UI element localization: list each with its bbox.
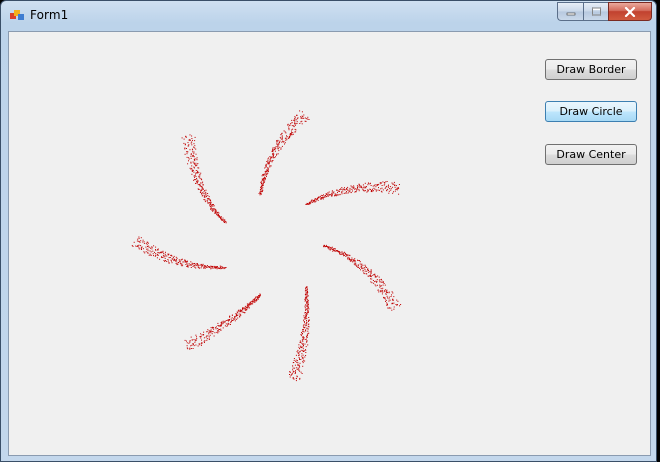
minimize-icon — [566, 12, 575, 16]
minimize-button[interactable] — [557, 2, 583, 21]
draw-center-button[interactable]: Draw Center — [545, 144, 637, 165]
form-client-area: Draw Border Draw Circle Draw Center — [8, 31, 651, 456]
close-button[interactable] — [608, 2, 652, 21]
draw-circle-button[interactable]: Draw Circle — [545, 101, 637, 122]
pinwheel-dots — [131, 110, 402, 382]
draw-border-button[interactable]: Draw Border — [545, 59, 637, 80]
caption-buttons — [557, 2, 652, 21]
window-title: Form1 — [30, 8, 69, 22]
title-bar[interactable]: Form1 — [1, 1, 656, 31]
drawing-canvas — [131, 110, 402, 382]
maximize-button[interactable] — [583, 2, 608, 21]
maximize-icon — [591, 7, 601, 16]
form-app-icon — [10, 10, 24, 20]
close-icon — [624, 6, 636, 17]
app-window: Form1 Draw Border Draw Circle Draw Cente… — [0, 0, 657, 462]
